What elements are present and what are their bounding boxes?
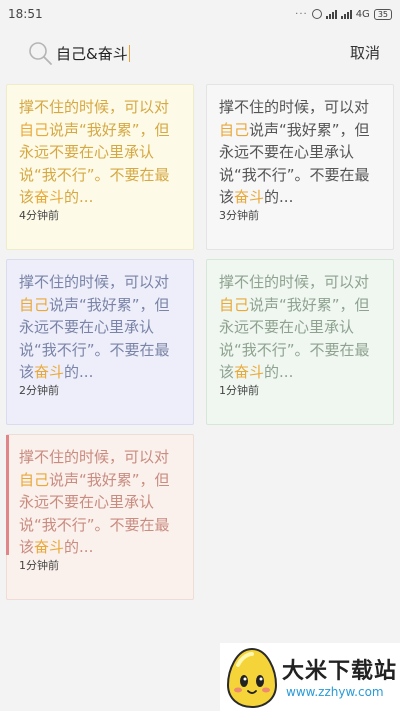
- note-text-segment: 撑不住的时候，可以对: [19, 273, 170, 291]
- note-text-segment: 的...: [64, 363, 94, 381]
- note-timestamp: 2分钟前: [19, 384, 59, 397]
- note-text-segment: 撑不住的时候，可以对: [219, 273, 370, 291]
- note-preview-text: 撑不住的时候，可以对自己说声“我好累”，但永远不要在心里承认说“我不行”。不要在…: [19, 96, 181, 208]
- search-match-highlight: 自己: [219, 120, 250, 139]
- alarm-icon: [311, 9, 322, 19]
- text-caret: [128, 44, 130, 62]
- note-timestamp: 1分钟前: [219, 384, 259, 397]
- search-bar: 自己&奋斗 取消: [0, 30, 400, 76]
- network-type: 4G: [355, 8, 370, 20]
- search-query: 自己&奋斗: [56, 44, 128, 63]
- note-text-segment: 的...: [64, 188, 94, 206]
- status-time: 18:51: [8, 7, 43, 21]
- status-bar: 18:51 ··· 4G 35: [0, 0, 400, 28]
- selection-marker: [6, 435, 9, 555]
- search-match-highlight: 自己: [219, 295, 250, 314]
- note-card[interactable]: 撑不住的时候，可以对自己说声“我好累”，但永远不要在心里承认说“我不行”。不要在…: [6, 84, 194, 250]
- search-match-highlight: 奋斗: [234, 363, 265, 381]
- note-text-segment: 撑不住的时候，可以对: [19, 448, 170, 466]
- signal-icon-2: [340, 9, 352, 19]
- note-text-segment: 撑不住的时候，可以对: [219, 98, 370, 116]
- watermark-logo: 大米下载站 www.zzhyw.com: [220, 643, 400, 711]
- note-preview-text: 撑不住的时候，可以对自己说声“我好累”，但永远不要在心里承认说“我不行”。不要在…: [19, 446, 181, 558]
- signal-icon: [325, 9, 337, 19]
- search-match-highlight: 奋斗: [34, 538, 65, 556]
- search-match-highlight: 自己: [19, 120, 50, 139]
- note-timestamp: 4分钟前: [19, 209, 59, 222]
- search-match-highlight: 自己: [19, 470, 50, 489]
- watermark-url: www.zzhyw.com: [286, 685, 384, 699]
- note-text-segment: 的...: [264, 188, 294, 206]
- watermark-title: 大米下载站: [282, 659, 398, 684]
- note-timestamp: 3分钟前: [219, 209, 259, 222]
- search-match-highlight: 自己: [19, 295, 50, 314]
- note-text-segment: 撑不住的时候，可以对: [19, 98, 170, 116]
- egg-mascot-icon: [226, 647, 278, 709]
- note-card[interactable]: 撑不住的时候，可以对自己说声“我好累”，但永远不要在心里承认说“我不行”。不要在…: [206, 259, 394, 425]
- note-card[interactable]: 撑不住的时候，可以对自己说声“我好累”，但永远不要在心里承认说“我不行”。不要在…: [206, 84, 394, 250]
- search-match-highlight: 奋斗: [34, 188, 65, 206]
- search-match-highlight: 奋斗: [34, 363, 65, 381]
- search-icon: [29, 42, 52, 65]
- note-preview-text: 撑不住的时候，可以对自己说声“我好累”，但永远不要在心里承认说“我不行”。不要在…: [219, 96, 381, 208]
- note-text-segment: 的...: [264, 363, 294, 381]
- battery-icon: 35: [373, 8, 392, 20]
- note-card[interactable]: 撑不住的时候，可以对自己说声“我好累”，但永远不要在心里承认说“我不行”。不要在…: [6, 434, 194, 600]
- note-preview-text: 撑不住的时候，可以对自己说声“我好累”，但永远不要在心里承认说“我不行”。不要在…: [219, 271, 381, 383]
- note-timestamp: 1分钟前: [19, 559, 59, 572]
- cancel-button[interactable]: 取消: [350, 42, 380, 63]
- search-match-highlight: 奋斗: [234, 188, 265, 206]
- note-text-segment: 的...: [64, 538, 94, 556]
- search-input[interactable]: 自己&奋斗: [56, 42, 130, 64]
- status-icons: ··· 4G 35: [295, 8, 392, 20]
- note-preview-text: 撑不住的时候，可以对自己说声“我好累”，但永远不要在心里承认说“我不行”。不要在…: [19, 271, 181, 383]
- note-card[interactable]: 撑不住的时候，可以对自己说声“我好累”，但永远不要在心里承认说“我不行”。不要在…: [6, 259, 194, 425]
- more-dots-icon: ···: [295, 8, 308, 20]
